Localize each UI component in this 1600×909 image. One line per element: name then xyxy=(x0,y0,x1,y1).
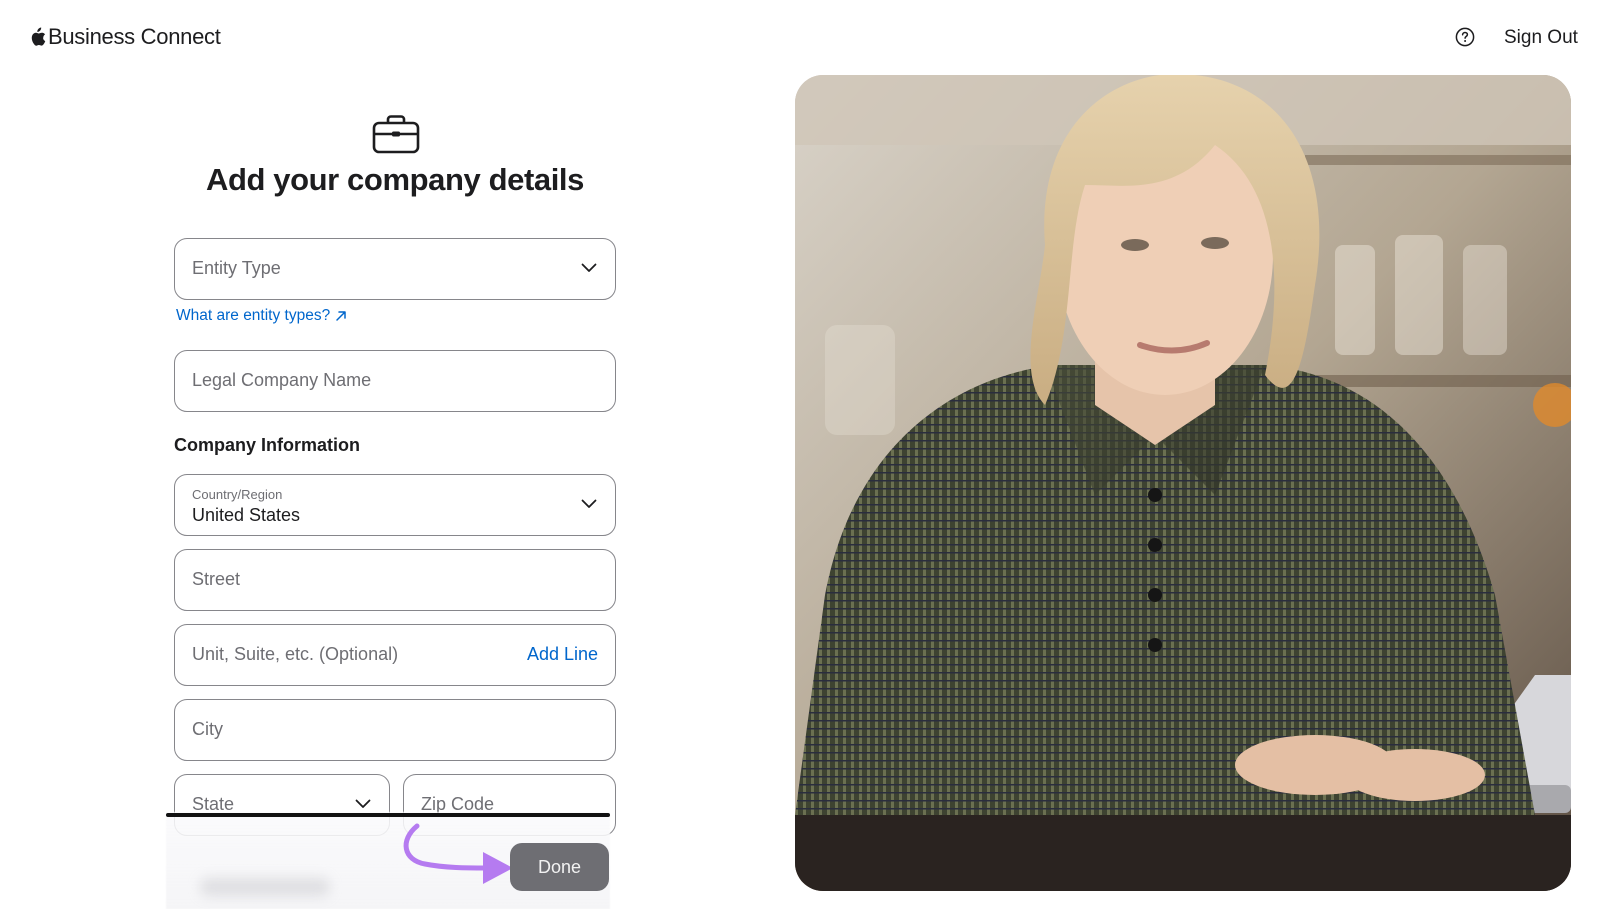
country-region-select[interactable]: Country/Region United States xyxy=(174,474,616,536)
street-input[interactable]: Street xyxy=(174,549,616,611)
unit-suite-input[interactable]: Unit, Suite, etc. (Optional) Add Line xyxy=(174,624,616,686)
street-placeholder: Street xyxy=(192,569,241,589)
brand-logo[interactable]: Business Connect xyxy=(30,24,221,50)
entity-type-select[interactable]: Entity Type xyxy=(174,238,616,300)
city-placeholder: City xyxy=(192,719,223,739)
external-link-icon xyxy=(336,311,346,321)
pointer-arrow-icon xyxy=(403,823,513,884)
brand-name: Business Connect xyxy=(48,24,221,49)
legal-company-name-input[interactable]: Legal Company Name xyxy=(174,350,616,412)
entity-types-link[interactable]: What are entity types? xyxy=(176,307,347,325)
hero-photo xyxy=(795,75,1571,891)
blurred-footer-text xyxy=(200,878,330,896)
country-region-value: United States xyxy=(192,505,301,525)
top-header: Business Connect Sign Out xyxy=(0,0,1600,74)
page: Business Connect Sign Out Add your compa… xyxy=(0,0,1600,909)
question-circle-icon[interactable] xyxy=(1455,27,1475,47)
section-heading: Company Information xyxy=(174,435,361,455)
chevron-down-icon xyxy=(581,263,597,272)
add-line-button[interactable]: Add Line xyxy=(527,644,598,665)
done-button[interactable]: Done xyxy=(510,843,609,891)
legal-company-name-placeholder: Legal Company Name xyxy=(192,370,372,390)
woman-at-laptop-illustration xyxy=(795,75,1571,891)
chevron-down-icon xyxy=(581,499,597,508)
entity-types-link-label: What are entity types? xyxy=(176,307,331,324)
briefcase-icon xyxy=(372,115,420,154)
apple-logo-icon xyxy=(31,27,46,46)
entity-type-placeholder: Entity Type xyxy=(192,258,281,278)
country-region-label: Country/Region xyxy=(192,487,283,502)
unit-suite-placeholder: Unit, Suite, etc. (Optional) xyxy=(192,644,399,664)
page-title: Add your company details xyxy=(206,162,584,197)
sign-out-link[interactable]: Sign Out xyxy=(1504,27,1578,49)
footer-divider xyxy=(166,813,610,817)
chevron-down-icon xyxy=(355,799,371,808)
city-input[interactable]: City xyxy=(174,699,616,761)
